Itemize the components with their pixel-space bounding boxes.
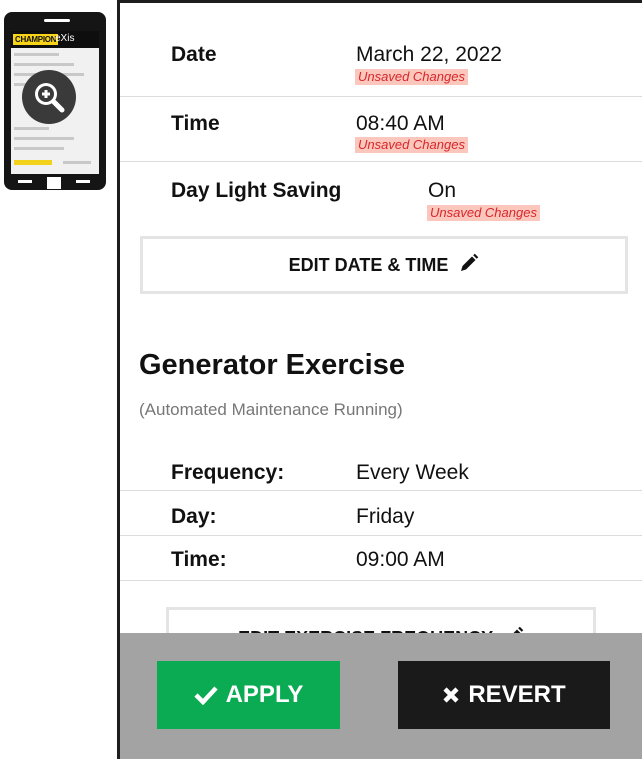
phone-menu-button <box>76 180 90 183</box>
date-value: March 22, 2022 <box>356 43 502 66</box>
pencil-icon <box>461 253 479 271</box>
phone-home-button <box>47 177 61 189</box>
apply-button[interactable]: APPLY <box>157 661 340 729</box>
frequency-label: Frequency: <box>171 461 285 484</box>
edit-date-time-button[interactable]: EDIT DATE & TIME <box>140 236 628 294</box>
time-unsaved-badge: Unsaved Changes <box>355 137 468 153</box>
time-value: 08:40 AM <box>356 112 445 135</box>
row-divider <box>120 580 642 581</box>
frequency-value: Every Week <box>356 461 469 484</box>
row-divider <box>120 161 642 162</box>
phone-thumbnail[interactable]: CHAMPION eXis <box>4 12 106 190</box>
dst-unsaved-badge: Unsaved Changes <box>427 205 540 221</box>
zoom-in-icon[interactable] <box>22 70 76 124</box>
date-label: Date <box>171 43 217 66</box>
revert-label: REVERT <box>468 681 566 708</box>
brand-logo-secondary: eXis <box>55 33 75 44</box>
date-unsaved-badge: Unsaved Changes <box>355 69 468 85</box>
phone-speaker <box>44 19 70 22</box>
apply-label: APPLY <box>225 681 304 708</box>
action-bar: APPLY REVERT <box>120 633 642 759</box>
row-divider <box>120 96 642 97</box>
time-label: Time <box>171 112 220 135</box>
thumb-line <box>14 53 59 56</box>
exercise-title: Generator Exercise <box>139 349 405 381</box>
thumb-line <box>14 63 74 66</box>
day-value: Friday <box>356 505 415 528</box>
dst-label: Day Light Saving <box>171 179 342 202</box>
brand-logo: CHAMPION <box>13 34 59 45</box>
dst-value: On <box>428 179 457 202</box>
row-divider <box>120 535 642 536</box>
exercise-subtitle: (Automated Maintenance Running) <box>139 400 403 419</box>
edit-date-time-label: EDIT DATE & TIME <box>288 255 449 275</box>
exercise-time-label: Time: <box>171 548 227 571</box>
row-divider <box>120 490 642 491</box>
thumb-line <box>63 161 91 164</box>
revert-button[interactable]: REVERT <box>398 661 610 729</box>
thumb-line <box>14 127 49 130</box>
exercise-time-value: 09:00 AM <box>356 548 445 571</box>
check-icon <box>194 686 218 705</box>
phone-back-button <box>18 180 32 183</box>
x-icon <box>443 687 459 703</box>
thumb-line <box>14 147 64 150</box>
thumb-line <box>14 137 74 140</box>
thumb-highlight <box>14 160 52 165</box>
day-label: Day: <box>171 505 217 528</box>
brand-bar: CHAMPION eXis <box>11 31 99 48</box>
